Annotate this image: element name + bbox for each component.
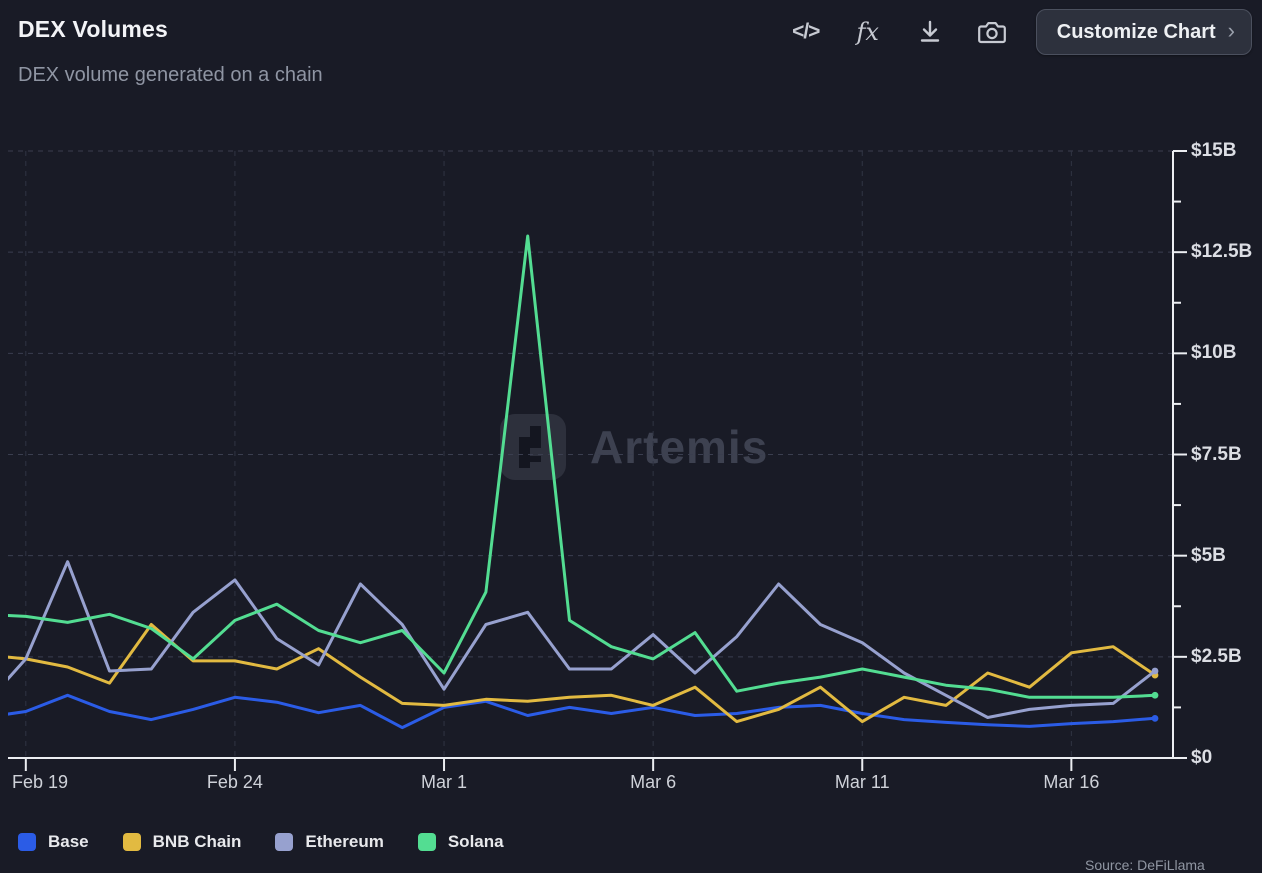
series-line-solana	[0, 236, 1155, 697]
source-note: Source: DeFiLlama	[1085, 857, 1205, 873]
series-endpoint-solana	[1152, 692, 1159, 699]
legend-swatch	[418, 833, 436, 851]
legend-swatch	[275, 833, 293, 851]
x-tick-label: Mar 1	[421, 772, 467, 793]
legend-label: Base	[48, 832, 89, 852]
y-tick-label: $2.5B	[1191, 646, 1242, 668]
x-tick-label: Mar 6	[630, 772, 676, 793]
dex-volumes-chart	[0, 0, 1262, 868]
series-endpoint-ethereum	[1152, 668, 1159, 675]
legend-label: BNB Chain	[153, 832, 242, 852]
x-tick-label: Feb 19	[12, 772, 68, 793]
y-tick-label: $12.5B	[1191, 241, 1252, 263]
legend-item-ethereum[interactable]: Ethereum	[275, 832, 383, 852]
y-tick-label: $15B	[1191, 140, 1236, 162]
x-tick-label: Feb 24	[207, 772, 263, 793]
series-line-base	[0, 695, 1155, 727]
legend-swatch	[18, 833, 36, 851]
legend: Base BNB Chain Ethereum Solana	[18, 832, 504, 852]
y-tick-label: $10B	[1191, 342, 1236, 364]
y-tick-label: $5B	[1191, 545, 1226, 567]
legend-item-solana[interactable]: Solana	[418, 832, 504, 852]
series-endpoint-base	[1152, 715, 1159, 722]
x-tick-label: Mar 11	[835, 772, 890, 793]
legend-item-base[interactable]: Base	[18, 832, 89, 852]
legend-item-bnb-chain[interactable]: BNB Chain	[123, 832, 242, 852]
legend-swatch	[123, 833, 141, 851]
y-tick-label: $0	[1191, 747, 1212, 769]
y-tick-label: $7.5B	[1191, 444, 1242, 466]
x-tick-label: Mar 16	[1043, 772, 1099, 793]
legend-label: Ethereum	[305, 832, 383, 852]
series-line-ethereum	[0, 562, 1155, 718]
legend-label: Solana	[448, 832, 504, 852]
